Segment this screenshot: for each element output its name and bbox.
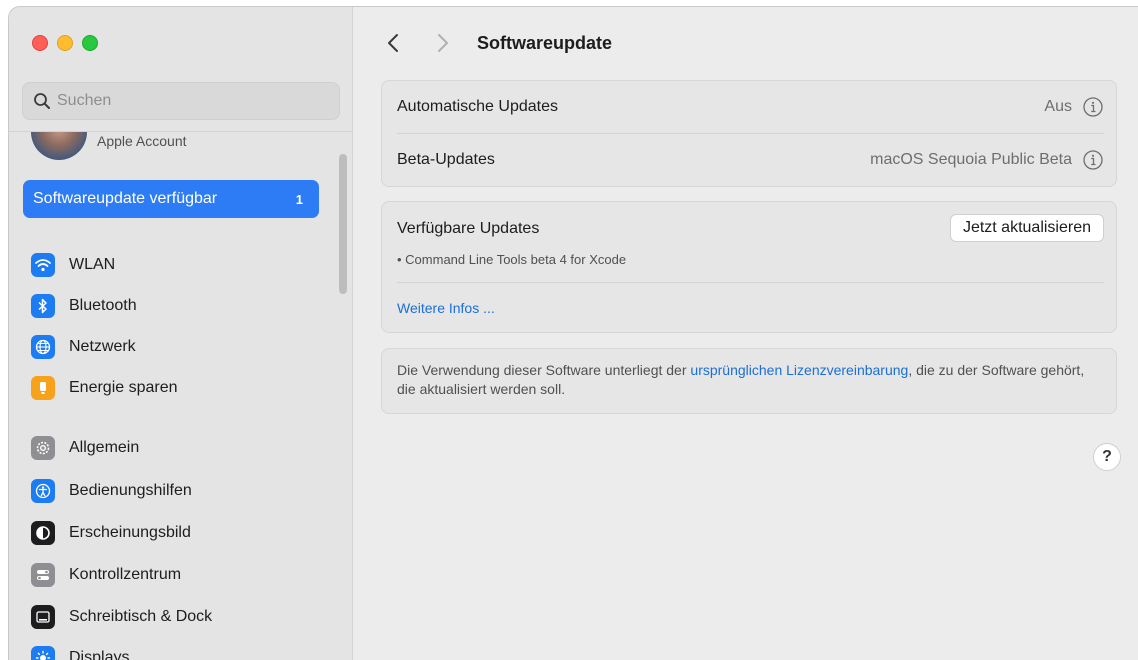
- sidebar-item-label: WLAN: [69, 256, 116, 273]
- appearance-icon: [31, 521, 55, 545]
- main-pane: Softwareupdate Automatische Updates Aus …: [353, 7, 1138, 660]
- license-text-before: Die Verwendung dieser Software unterlieg…: [397, 362, 691, 378]
- license-text: Die Verwendung dieser Software unterlieg…: [397, 361, 1096, 399]
- sidebar-item-network[interactable]: Netzwerk: [31, 332, 136, 362]
- sidebar-item-software-update[interactable]: Softwareupdate verfügbar 1: [23, 180, 319, 218]
- bluetooth-icon: [31, 294, 55, 318]
- search-icon: [34, 93, 50, 109]
- apple-account[interactable]: Apple Account: [31, 132, 187, 160]
- info-icon[interactable]: [1082, 149, 1104, 171]
- sidebar-item-general[interactable]: Allgemein: [31, 433, 139, 463]
- row-divider: [397, 133, 1104, 134]
- update-badge: 1: [295, 191, 303, 207]
- wifi-icon: [31, 253, 55, 277]
- minimize-button[interactable]: [57, 35, 73, 51]
- avatar: [31, 132, 87, 160]
- sidebar: Apple Account Softwareupdate verfügbar 1…: [9, 7, 353, 660]
- control-center-icon: [31, 563, 55, 587]
- back-button[interactable]: [383, 31, 403, 55]
- sidebar-scrollbar[interactable]: [339, 154, 347, 294]
- beta-updates-value: macOS Sequoia Public Beta: [870, 151, 1072, 168]
- update-label: Softwareupdate verfügbar: [33, 190, 218, 207]
- battery-icon: [31, 376, 55, 400]
- beta-updates-label: Beta-Updates: [397, 151, 495, 168]
- license-link[interactable]: ursprünglichen Lizenzvereinbarung: [690, 362, 908, 378]
- accessibility-icon: [31, 479, 55, 503]
- row-divider: [397, 282, 1104, 283]
- update-item: • Command Line Tools beta 4 for Xcode: [397, 252, 627, 267]
- sidebar-item-label: Netzwerk: [69, 338, 136, 355]
- settings-window: Apple Account Softwareupdate verfügbar 1…: [8, 6, 1138, 660]
- auto-updates-value: Aus: [1044, 98, 1072, 115]
- update-now-button[interactable]: Jetzt aktualisieren: [949, 214, 1104, 242]
- page-title: Softwareupdate: [477, 32, 613, 53]
- update-settings-card: Automatische Updates Aus Beta-Updates ma…: [381, 80, 1117, 187]
- auto-updates-label: Automatische Updates: [397, 98, 558, 115]
- sidebar-item-label: Energie sparen: [69, 379, 178, 396]
- search-input[interactable]: [57, 92, 317, 110]
- sidebar-item-label: Bluetooth: [69, 297, 137, 314]
- sidebar-item-wlan[interactable]: WLAN: [31, 250, 115, 280]
- more-info-link[interactable]: Weitere Infos ...: [397, 300, 495, 316]
- sidebar-item-desktop-dock[interactable]: Schreibtisch & Dock: [31, 602, 212, 632]
- zoom-button[interactable]: [82, 35, 98, 51]
- sidebar-item-energy[interactable]: Energie sparen: [31, 373, 178, 403]
- sidebar-item-label: Allgemein: [69, 439, 140, 456]
- auto-updates-row: Automatische Updates Aus: [397, 93, 1104, 121]
- sidebar-item-accessibility[interactable]: Bedienungshilfen: [31, 476, 192, 506]
- search-box[interactable]: [22, 82, 340, 120]
- help-button[interactable]: ?: [1093, 443, 1121, 471]
- close-button[interactable]: [32, 35, 48, 51]
- info-icon[interactable]: [1082, 96, 1104, 118]
- sidebar-item-displays[interactable]: Displays: [31, 643, 129, 660]
- forward-button[interactable]: [433, 31, 453, 55]
- sidebar-item-label: Displays: [69, 649, 130, 660]
- globe-icon: [31, 335, 55, 359]
- sun-icon: [31, 646, 55, 660]
- dock-icon: [31, 605, 55, 629]
- sidebar-item-label: Bedienungshilfen: [69, 482, 192, 499]
- sidebar-item-label: Kontrollzentrum: [69, 566, 182, 583]
- chevron-right-icon: [438, 34, 448, 52]
- chevron-left-icon: [388, 34, 398, 52]
- window-controls: [32, 35, 98, 51]
- sidebar-item-control-center[interactable]: Kontrollzentrum: [31, 560, 181, 590]
- available-updates-card: Verfügbare Updates Jetzt aktualisieren •…: [381, 201, 1117, 333]
- sidebar-item-label: Erscheinungsbild: [69, 524, 191, 541]
- available-updates-title: Verfügbare Updates: [397, 220, 540, 237]
- gear-icon: [31, 436, 55, 460]
- account-label: Apple Account: [97, 133, 187, 149]
- sidebar-item-bluetooth[interactable]: Bluetooth: [31, 291, 137, 321]
- beta-updates-row: Beta-Updates macOS Sequoia Public Beta: [397, 146, 1104, 174]
- sidebar-list[interactable]: Apple Account Softwareupdate verfügbar 1…: [9, 132, 352, 660]
- sidebar-item-appearance[interactable]: Erscheinungsbild: [31, 518, 191, 548]
- license-card: Die Verwendung dieser Software unterlieg…: [381, 348, 1117, 414]
- sidebar-item-label: Schreibtisch & Dock: [69, 608, 213, 625]
